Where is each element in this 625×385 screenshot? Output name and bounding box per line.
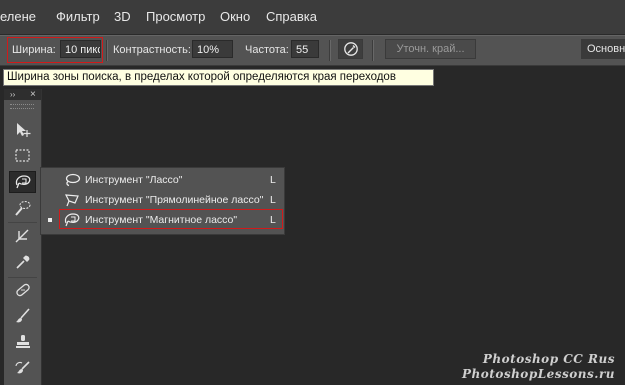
- marquee-icon: [15, 149, 30, 162]
- history-brush-icon: [15, 361, 30, 374]
- tools-panel: ›› ×: [4, 89, 42, 385]
- flyout-item-polygonal-lasso[interactable]: Инструмент "Прямолинейное лассо" L: [41, 190, 284, 210]
- menu-item-view[interactable]: Просмотр: [146, 9, 205, 24]
- options-bar: Ширина: 10 пикс Контрастность: 10% Часто…: [0, 35, 625, 66]
- menu-item-window[interactable]: Окно: [220, 9, 250, 24]
- selected-indicator: [48, 218, 52, 222]
- frequency-input[interactable]: 55: [291, 40, 319, 58]
- flyout-item-magnetic-lasso[interactable]: Инструмент "Магнитное лассо" L: [41, 210, 284, 230]
- magnetic-lasso-icon: [64, 213, 80, 227]
- width-label: Ширина:: [12, 44, 56, 56]
- quick-selection-tool[interactable]: [9, 197, 36, 219]
- move-icon: [17, 123, 31, 137]
- flyout-item-shortcut: L: [270, 174, 276, 186]
- tablet-pressure-button[interactable]: [338, 39, 363, 59]
- polygonal-lasso-icon: [64, 194, 79, 207]
- separator: [329, 40, 331, 61]
- healing-brush-tool[interactable]: [9, 279, 36, 301]
- history-brush-tool[interactable]: [9, 357, 36, 379]
- brush-tool[interactable]: [9, 305, 36, 327]
- flyout-item-shortcut: L: [270, 214, 276, 226]
- watermark-site: PhotoshopLessons.ru: [462, 367, 615, 381]
- separator: [8, 277, 37, 278]
- flyout-item-label: Инструмент "Прямолинейное лассо": [85, 194, 264, 206]
- flyout-item-label: Инструмент "Магнитное лассо": [85, 214, 238, 226]
- menu-item-3d[interactable]: 3D: [114, 9, 131, 24]
- separator: [372, 40, 374, 61]
- crop-tool[interactable]: [9, 225, 36, 247]
- eyedropper-icon: [16, 255, 30, 269]
- refine-edge-button[interactable]: Уточн. край...: [385, 39, 476, 59]
- eyedropper-tool[interactable]: [9, 251, 36, 273]
- crop-icon: [15, 229, 29, 243]
- pen-pressure-icon: [343, 42, 358, 56]
- stamp-icon: [16, 335, 30, 348]
- flyout-item-shortcut: L: [270, 194, 276, 206]
- panel-grip[interactable]: [10, 104, 34, 109]
- menu-bar: елене Фильтр 3D Просмотр Окно Справка: [0, 0, 625, 35]
- flyout-item-lasso[interactable]: Инструмент "Лассо" L: [41, 170, 284, 190]
- quick-selection-icon: [15, 200, 31, 216]
- separator: [8, 222, 37, 223]
- move-tool[interactable]: [9, 119, 36, 141]
- lasso-tools-flyout: Инструмент "Лассо" L Инструмент "Прямоли…: [40, 167, 285, 235]
- watermark-title: Photoshop CC Rus: [482, 352, 615, 366]
- contrast-input[interactable]: 10%: [192, 40, 233, 58]
- bandage-icon: [16, 283, 30, 297]
- contrast-label: Контрастность:: [113, 44, 191, 56]
- clone-stamp-tool[interactable]: [9, 331, 36, 353]
- menu-item-image[interactable]: елене: [0, 9, 36, 24]
- frequency-label: Частота:: [245, 44, 289, 56]
- brush-icon: [16, 308, 30, 323]
- separator: [106, 40, 108, 61]
- lasso-icon: [65, 173, 81, 187]
- rectangular-marquee-tool[interactable]: [9, 145, 36, 167]
- width-input[interactable]: 10 пикс: [60, 40, 101, 58]
- tools-panel-header: ›› ×: [4, 89, 41, 100]
- close-panel-button[interactable]: ×: [30, 89, 36, 100]
- tooltip: Ширина зоны поиска, в пределах которой о…: [3, 69, 434, 86]
- magnetic-lasso-icon: [15, 175, 31, 189]
- menu-item-filter[interactable]: Фильтр: [56, 9, 100, 24]
- lasso-tool-group[interactable]: [9, 171, 36, 193]
- workspace-button[interactable]: Основна: [581, 39, 625, 59]
- flyout-item-label: Инструмент "Лассо": [85, 174, 183, 186]
- collapse-panel-button[interactable]: ››: [10, 89, 15, 100]
- menu-item-help[interactable]: Справка: [266, 9, 317, 24]
